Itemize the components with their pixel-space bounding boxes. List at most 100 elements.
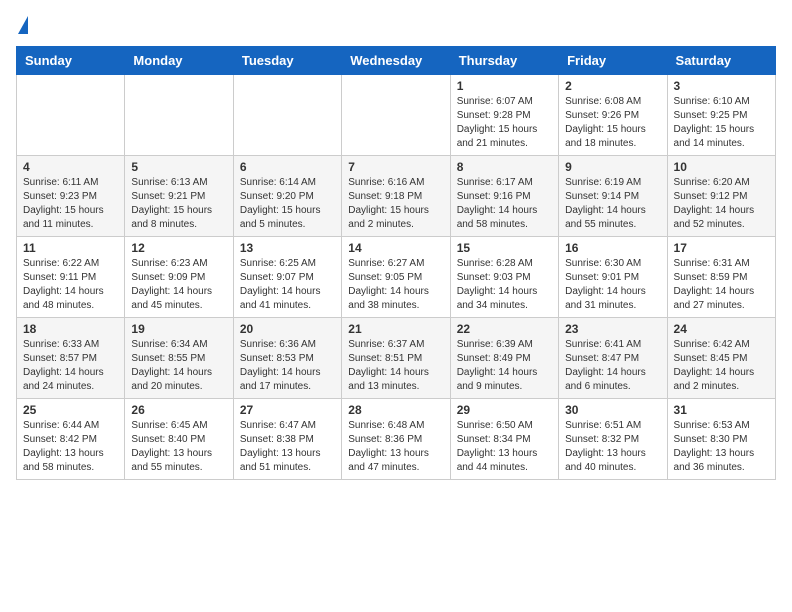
calendar-cell: 17 Sunrise: 6:31 AM Sunset: 8:59 PM Dayli… (667, 237, 775, 318)
calendar-cell: 11 Sunrise: 6:22 AM Sunset: 9:11 PM Dayli… (17, 237, 125, 318)
day-info: Sunrise: 6:47 AM Sunset: 8:38 PM Dayligh… (240, 419, 335, 475)
weekday-header-tuesday: Tuesday (233, 47, 341, 75)
day-number: 22 (457, 322, 552, 336)
weekday-header-friday: Friday (559, 47, 667, 75)
calendar-week-row: 25 Sunrise: 6:44 AM Sunset: 8:42 PM Dayli… (17, 399, 776, 480)
day-info: Sunrise: 6:13 AM Sunset: 9:21 PM Dayligh… (131, 176, 226, 232)
logo (16, 16, 28, 34)
day-number: 25 (23, 403, 118, 417)
day-number: 24 (674, 322, 769, 336)
calendar-cell: 5 Sunrise: 6:13 AM Sunset: 9:21 PM Daylig… (125, 156, 233, 237)
calendar-cell: 23Sunrise: 6:41 AM Sunset: 8:47 PM Dayli… (559, 318, 667, 399)
calendar-cell: 1 Sunrise: 6:07 AM Sunset: 9:28 PM Daylig… (450, 75, 558, 156)
day-number: 10 (674, 160, 769, 174)
day-info: Sunrise: 6:17 AM Sunset: 9:16 PM Dayligh… (457, 176, 552, 232)
calendar-cell: 13 Sunrise: 6:25 AM Sunset: 9:07 PM Dayli… (233, 237, 341, 318)
day-info: Sunrise: 6:22 AM Sunset: 9:11 PM Dayligh… (23, 257, 118, 313)
day-number: 20 (240, 322, 335, 336)
day-info: Sunrise: 6:16 AM Sunset: 9:18 PM Dayligh… (348, 176, 443, 232)
day-number: 31 (674, 403, 769, 417)
logo-triangle-icon (18, 16, 28, 34)
day-number: 21 (348, 322, 443, 336)
calendar-cell: 20 Sunrise: 6:36 AM Sunset: 8:53 PM Dayli… (233, 318, 341, 399)
calendar-cell (233, 75, 341, 156)
calendar-cell: 25 Sunrise: 6:44 AM Sunset: 8:42 PM Dayli… (17, 399, 125, 480)
day-info: Sunrise: 6:08 AM Sunset: 9:26 PM Dayligh… (565, 95, 660, 151)
day-number: 14 (348, 241, 443, 255)
calendar-cell: 24 Sunrise: 6:42 AM Sunset: 8:45 PM Dayli… (667, 318, 775, 399)
day-info: Sunrise: 6:30 AM Sunset: 9:01 PM Dayligh… (565, 257, 660, 313)
day-number: 13 (240, 241, 335, 255)
calendar-cell: 27 Sunrise: 6:47 AM Sunset: 8:38 PM Dayli… (233, 399, 341, 480)
calendar-cell: 29Sunrise: 6:50 AM Sunset: 8:34 PM Dayli… (450, 399, 558, 480)
calendar-cell: 9 Sunrise: 6:19 AM Sunset: 9:14 PM Daylig… (559, 156, 667, 237)
day-number: 16 (565, 241, 660, 255)
day-info: Sunrise: 6:37 AM Sunset: 8:51 PM Dayligh… (348, 338, 443, 394)
day-number: 8 (457, 160, 552, 174)
page-header (16, 16, 776, 34)
weekday-header-wednesday: Wednesday (342, 47, 450, 75)
day-number: 29 (457, 403, 552, 417)
day-info: Sunrise: 6:28 AM Sunset: 9:03 PM Dayligh… (457, 257, 552, 313)
calendar-week-row: 4 Sunrise: 6:11 AM Sunset: 9:23 PM Daylig… (17, 156, 776, 237)
day-info: Sunrise: 6:07 AM Sunset: 9:28 PM Dayligh… (457, 95, 552, 151)
calendar-header-row: SundayMondayTuesdayWednesdayThursdayFrid… (17, 47, 776, 75)
day-number: 1 (457, 79, 552, 93)
calendar-cell (125, 75, 233, 156)
calendar-cell: 16 Sunrise: 6:30 AM Sunset: 9:01 PM Dayli… (559, 237, 667, 318)
calendar-week-row: 11 Sunrise: 6:22 AM Sunset: 9:11 PM Dayli… (17, 237, 776, 318)
day-info: Sunrise: 6:34 AM Sunset: 8:55 PM Dayligh… (131, 338, 226, 394)
day-number: 9 (565, 160, 660, 174)
weekday-header-saturday: Saturday (667, 47, 775, 75)
day-info: Sunrise: 6:51 AM Sunset: 8:32 PM Dayligh… (565, 419, 660, 475)
weekday-header-sunday: Sunday (17, 47, 125, 75)
calendar-cell: 19 Sunrise: 6:34 AM Sunset: 8:55 PM Dayli… (125, 318, 233, 399)
day-info: Sunrise: 6:20 AM Sunset: 9:12 PM Dayligh… (674, 176, 769, 232)
day-info: Sunrise: 6:25 AM Sunset: 9:07 PM Dayligh… (240, 257, 335, 313)
calendar-cell: 7 Sunrise: 6:16 AM Sunset: 9:18 PM Daylig… (342, 156, 450, 237)
day-info: Sunrise: 6:27 AM Sunset: 9:05 PM Dayligh… (348, 257, 443, 313)
day-info: Sunrise: 6:33 AM Sunset: 8:57 PM Dayligh… (23, 338, 118, 394)
calendar-cell: 18Sunrise: 6:33 AM Sunset: 8:57 PM Dayli… (17, 318, 125, 399)
day-number: 30 (565, 403, 660, 417)
day-number: 19 (131, 322, 226, 336)
calendar-cell: 10 Sunrise: 6:20 AM Sunset: 9:12 PM Dayli… (667, 156, 775, 237)
day-number: 27 (240, 403, 335, 417)
day-number: 7 (348, 160, 443, 174)
day-info: Sunrise: 6:31 AM Sunset: 8:59 PM Dayligh… (674, 257, 769, 313)
calendar-cell: 15Sunrise: 6:28 AM Sunset: 9:03 PM Dayli… (450, 237, 558, 318)
calendar-week-row: 1 Sunrise: 6:07 AM Sunset: 9:28 PM Daylig… (17, 75, 776, 156)
day-info: Sunrise: 6:11 AM Sunset: 9:23 PM Dayligh… (23, 176, 118, 232)
day-info: Sunrise: 6:44 AM Sunset: 8:42 PM Dayligh… (23, 419, 118, 475)
day-info: Sunrise: 6:39 AM Sunset: 8:49 PM Dayligh… (457, 338, 552, 394)
day-number: 5 (131, 160, 226, 174)
calendar-cell: 8 Sunrise: 6:17 AM Sunset: 9:16 PM Daylig… (450, 156, 558, 237)
calendar-cell: 22 Sunrise: 6:39 AM Sunset: 8:49 PM Dayli… (450, 318, 558, 399)
calendar-cell: 6 Sunrise: 6:14 AM Sunset: 9:20 PM Daylig… (233, 156, 341, 237)
day-info: Sunrise: 6:19 AM Sunset: 9:14 PM Dayligh… (565, 176, 660, 232)
day-number: 4 (23, 160, 118, 174)
day-info: Sunrise: 6:14 AM Sunset: 9:20 PM Dayligh… (240, 176, 335, 232)
day-number: 11 (23, 241, 118, 255)
calendar-cell: 2 Sunrise: 6:08 AM Sunset: 9:26 PM Daylig… (559, 75, 667, 156)
calendar-table: SundayMondayTuesdayWednesdayThursdayFrid… (16, 46, 776, 480)
calendar-cell: 14 Sunrise: 6:27 AM Sunset: 9:05 PM Dayli… (342, 237, 450, 318)
day-number: 12 (131, 241, 226, 255)
day-info: Sunrise: 6:10 AM Sunset: 9:25 PM Dayligh… (674, 95, 769, 151)
calendar-cell: 3 Sunrise: 6:10 AM Sunset: 9:25 PM Daylig… (667, 75, 775, 156)
day-number: 26 (131, 403, 226, 417)
day-number: 3 (674, 79, 769, 93)
weekday-header-thursday: Thursday (450, 47, 558, 75)
day-number: 2 (565, 79, 660, 93)
day-info: Sunrise: 6:42 AM Sunset: 8:45 PM Dayligh… (674, 338, 769, 394)
day-number: 17 (674, 241, 769, 255)
day-number: 6 (240, 160, 335, 174)
day-info: Sunrise: 6:23 AM Sunset: 9:09 PM Dayligh… (131, 257, 226, 313)
calendar-cell: 30 Sunrise: 6:51 AM Sunset: 8:32 PM Dayli… (559, 399, 667, 480)
day-info: Sunrise: 6:36 AM Sunset: 8:53 PM Dayligh… (240, 338, 335, 394)
calendar-cell: 21 Sunrise: 6:37 AM Sunset: 8:51 PM Dayli… (342, 318, 450, 399)
calendar-cell: 12 Sunrise: 6:23 AM Sunset: 9:09 PM Dayli… (125, 237, 233, 318)
day-info: Sunrise: 6:45 AM Sunset: 8:40 PM Dayligh… (131, 419, 226, 475)
calendar-cell: 31Sunrise: 6:53 AM Sunset: 8:30 PM Dayli… (667, 399, 775, 480)
day-info: Sunrise: 6:41 AM Sunset: 8:47 PM Dayligh… (565, 338, 660, 394)
